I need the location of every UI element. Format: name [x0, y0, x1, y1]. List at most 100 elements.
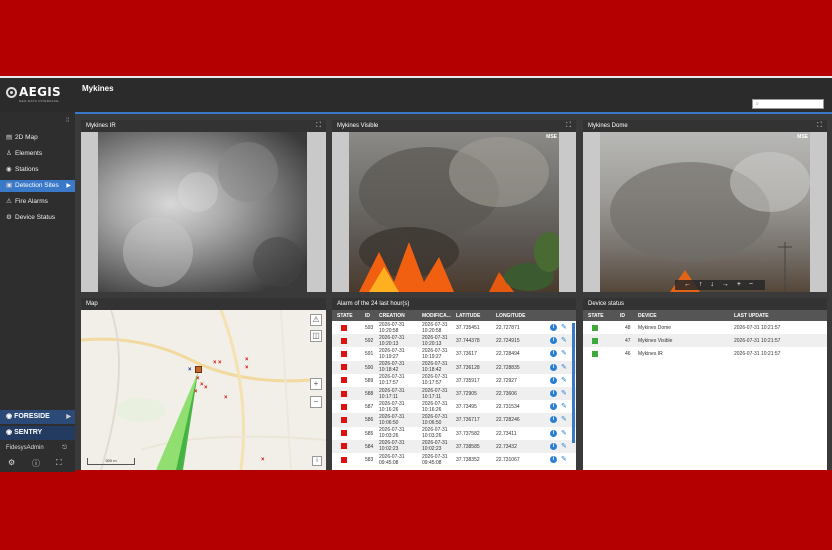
camera-layer-button[interactable]: ◫ — [310, 330, 322, 342]
fullscreen-icon[interactable]: ⛶ — [566, 120, 571, 132]
camera-view[interactable]: MSE ← ↑ ↓ → + − — [583, 132, 827, 292]
fire-alarm-marker[interactable]: × — [194, 389, 198, 395]
device-state-indicator — [592, 350, 598, 357]
table-row[interactable]: 591 2026-07-31 10:19:27 2026-07-31 10:19:2… — [332, 347, 576, 360]
sidebar-item-detection-sites[interactable]: ▣ Detection Sites ▶ — [0, 180, 75, 192]
column-header[interactable]: ID — [620, 313, 625, 319]
edit-icon[interactable]: ✎ — [561, 349, 567, 357]
column-header[interactable]: LATITUDE — [456, 313, 480, 319]
info-icon[interactable]: i — [550, 350, 557, 358]
fire-alarm-marker[interactable]: × — [261, 457, 265, 463]
fullscreen-icon[interactable]: ⛶ — [817, 120, 822, 132]
edit-icon[interactable]: ✎ — [561, 402, 567, 410]
sidebar-item-fire-alarms[interactable]: ⚠ Fire Alarms — [0, 196, 75, 208]
info-icon[interactable]: i — [550, 442, 557, 450]
sidebar-item-2d-map[interactable]: ▤ 2D Map — [0, 132, 75, 144]
chevron-right-icon: ▶ — [66, 414, 71, 420]
table-row[interactable]: 589 2026-07-31 10:17:57 2026-07-31 10:17:5… — [332, 374, 576, 387]
fire-alarm-marker[interactable]: × — [200, 382, 204, 388]
fire-scene — [359, 137, 559, 292]
info-icon[interactable]: i — [550, 337, 557, 345]
edit-icon[interactable]: ✎ — [561, 363, 567, 371]
sidebar-item-elements[interactable]: ♙ Elements — [0, 148, 75, 160]
sidebar-item-label: Device Status — [15, 214, 56, 221]
info-icon[interactable]: i — [550, 363, 557, 371]
visible-video-feed: MSE — [349, 132, 559, 292]
column-header[interactable]: LONGITUDE — [496, 313, 525, 319]
info-icon[interactable]: i — [550, 429, 557, 437]
column-header[interactable]: STATE — [588, 313, 604, 319]
camera-view[interactable]: MSE — [332, 132, 576, 292]
zoom-in-button[interactable]: + — [310, 378, 322, 390]
panel-header: Alarm of the 24 last hour(s) — [332, 298, 576, 310]
edit-icon[interactable]: ✎ — [561, 323, 567, 331]
map-info-button[interactable]: i — [312, 456, 322, 466]
table-row[interactable]: 47 Mykines Visible 2026-07-31 10:21:57 — [583, 334, 827, 348]
search-input[interactable]: ⌕ — [752, 99, 824, 109]
table-row[interactable]: 584 2026-07-31 10:02:23 2026-07-31 10:02:2… — [332, 439, 576, 453]
fullscreen-icon[interactable]: ⛶ — [56, 458, 62, 468]
camera-site-marker[interactable] — [195, 366, 202, 373]
edit-icon[interactable]: ✎ — [561, 415, 567, 423]
alarm-state-indicator — [341, 456, 347, 463]
info-icon[interactable]: i — [550, 416, 557, 424]
sidebar-item-stations[interactable]: ◉ Stations — [0, 164, 75, 176]
info-icon[interactable]: i — [550, 376, 557, 384]
zoom-out-button[interactable]: − — [310, 396, 322, 408]
fire-alarm-marker[interactable]: × — [218, 360, 222, 366]
sidebar-collapse-icon[interactable]: ⁞⁞ — [66, 118, 69, 124]
info-icon[interactable]: i — [550, 324, 557, 331]
aegis-logo[interactable]: AEGIS NEO-DATA INTERFACE — [0, 78, 75, 112]
map-view[interactable]: × × × × × × × × × × × ⚠ ◫ + − i 500 m — [81, 310, 326, 470]
info-icon[interactable]: i — [550, 390, 557, 397]
sidebar-item-device-status[interactable]: ⚙ Device Status — [0, 212, 75, 224]
edit-icon[interactable]: ✎ — [561, 429, 567, 437]
column-header[interactable]: LAST UPDATE — [734, 313, 769, 319]
alarms-scrollbar[interactable] — [572, 323, 575, 443]
column-header[interactable]: MODIFICA... — [422, 313, 451, 319]
settings-icon[interactable]: ⚙ — [8, 458, 15, 467]
table-row[interactable]: 586 2026-07-31 10:06:50 2026-07-31 10:06:5… — [332, 413, 576, 427]
fire-alarm-marker[interactable]: × — [245, 365, 249, 371]
column-header[interactable]: DEVICE — [638, 313, 657, 319]
edit-icon[interactable]: ✎ — [561, 455, 567, 463]
foreside-brand[interactable]: ◉ FORESIDE ▶ — [0, 410, 75, 424]
fire-alarm-marker[interactable]: × — [213, 360, 217, 366]
fire-alarm-marker[interactable]: × — [196, 376, 200, 382]
table-row[interactable]: 588 2026-07-31 10:17:11 2026-07-31 10:17:1… — [332, 387, 576, 401]
logout-icon[interactable]: ⎋ — [62, 442, 67, 454]
cell-id: 588 — [365, 391, 374, 397]
column-header[interactable]: ID — [365, 313, 370, 319]
table-row[interactable]: 46 Mykines IR 2026-07-31 10:21:57 — [583, 347, 827, 360]
cell-updated: 2026-07-31 10:21:57 — [734, 338, 781, 344]
info-icon[interactable]: i — [550, 456, 557, 463]
fire-alarm-marker[interactable]: × — [245, 357, 249, 363]
table-row[interactable]: 587 2026-07-31 10:16:26 2026-07-31 10:16:2… — [332, 400, 576, 413]
table-row[interactable]: 593 2026-07-31 10:20:58 2026-07-31 10:20:5… — [332, 321, 576, 334]
alarm-state-indicator — [341, 350, 347, 357]
column-header[interactable]: CREATION — [379, 313, 405, 319]
station-marker[interactable]: × — [188, 367, 192, 373]
help-icon[interactable]: ⓘ — [32, 458, 40, 469]
alarm-state-indicator — [341, 390, 347, 397]
edit-icon[interactable]: ✎ — [561, 389, 567, 397]
fire-alarm-marker[interactable]: × — [204, 385, 208, 391]
alert-layer-button[interactable]: ⚠ — [310, 314, 322, 326]
column-header[interactable]: STATE — [337, 313, 353, 319]
fullscreen-icon[interactable]: ⛶ — [316, 120, 321, 132]
edit-icon[interactable]: ✎ — [561, 336, 567, 344]
camera-view[interactable] — [81, 132, 326, 292]
fire-alarm-marker[interactable]: × — [224, 395, 228, 401]
map-scale: 500 m — [87, 458, 135, 465]
edit-icon[interactable]: ✎ — [561, 376, 567, 384]
table-row[interactable]: 585 2026-07-31 10:03:26 2026-07-31 10:03:2… — [332, 427, 576, 440]
info-icon[interactable]: i — [550, 403, 557, 411]
table-row[interactable]: 590 2026-07-31 10:18:42 2026-07-31 10:18:4… — [332, 360, 576, 374]
cell-lat: 37.736717 — [456, 417, 480, 424]
ptz-controls[interactable]: ← ↑ ↓ → + − — [675, 280, 765, 290]
table-row[interactable]: 48 Mykines Dome 2026-07-31 10:21:57 — [583, 321, 827, 334]
sentry-brand[interactable]: ◉ SENTRY — [0, 426, 75, 440]
table-row[interactable]: 583 2026-07-31 09:45:08 2026-07-31 09:45:0… — [332, 453, 576, 466]
edit-icon[interactable]: ✎ — [561, 442, 567, 450]
table-row[interactable]: 592 2026-07-31 10:20:13 2026-07-31 10:20:1… — [332, 334, 576, 348]
